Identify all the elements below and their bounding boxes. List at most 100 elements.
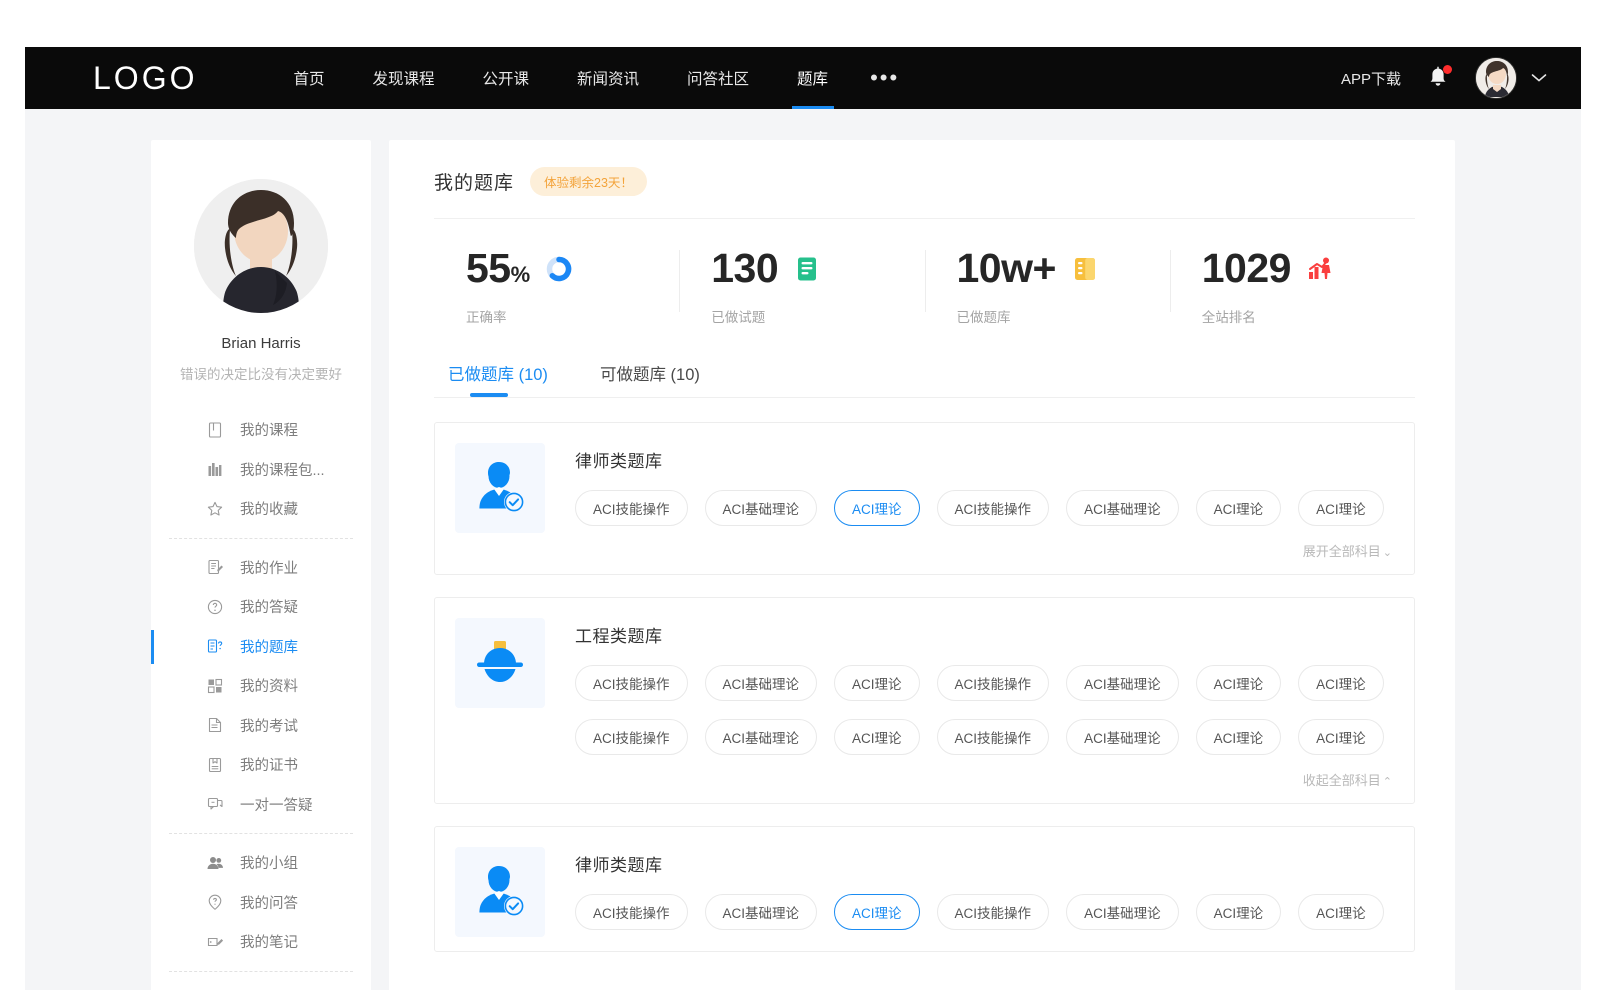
- expand-subjects-toggle[interactable]: 展开全部科目⌄: [575, 541, 1392, 560]
- card-title: 律师类题库: [575, 851, 1392, 876]
- subject-tag[interactable]: ACI基础理论: [705, 665, 818, 701]
- nav-item-6[interactable]: 题库: [773, 47, 852, 109]
- sidebar-item-14[interactable]: 我的积分: [151, 981, 371, 990]
- subject-tag[interactable]: ACI理论: [1298, 719, 1384, 755]
- subject-tag[interactable]: ACI基础理论: [1066, 719, 1179, 755]
- trial-badge: 体验剩余23天！: [530, 167, 647, 196]
- qa-icon: [206, 893, 224, 911]
- subject-tag[interactable]: ACI基础理论: [1066, 490, 1179, 526]
- expand-subjects-toggle[interactable]: 收起全部科目⌃: [575, 770, 1392, 789]
- subject-tag[interactable]: ACI理论: [834, 490, 920, 526]
- sidebar-item-13[interactable]: 我的笔记: [151, 922, 371, 962]
- card-title: 工程类题库: [575, 622, 1392, 647]
- sidebar-separator: [169, 971, 353, 972]
- sidebar-item-7[interactable]: 我的资料: [151, 666, 371, 706]
- sidebar-item-label: 我的笔记: [240, 931, 298, 952]
- subject-tag[interactable]: ACI技能操作: [937, 665, 1050, 701]
- nav-item-2[interactable]: 发现课程: [348, 47, 458, 109]
- sidebar-item-10[interactable]: 一对一答疑: [151, 785, 371, 825]
- subject-tag[interactable]: ACI理论: [1196, 490, 1282, 526]
- stat-label: 全站排名: [1170, 306, 1415, 326]
- top-navigation-bar: LOGO 首页发现课程公开课新闻资讯问答社区题库 ••• APP下载: [25, 47, 1581, 109]
- tab-1[interactable]: 已做题库 (10): [448, 361, 548, 397]
- stat-number: 55: [466, 245, 511, 291]
- profile-photo: [194, 179, 328, 313]
- user-menu[interactable]: [1475, 57, 1547, 99]
- subject-tag[interactable]: ACI理论: [1298, 665, 1384, 701]
- subject-tag[interactable]: ACI理论: [834, 719, 920, 755]
- card-body: 工程类题库 ACI技能操作 ACI基础理论 ACI理论 ACI技能操作 ACI基础理论 AC…: [575, 618, 1392, 789]
- notification-bell-icon[interactable]: [1427, 66, 1449, 90]
- panel-header: 我的题库 体验剩余23天！: [434, 167, 1415, 196]
- subject-tag-row: ACI技能操作 ACI基础理论 ACI理论 ACI技能操作 ACI基础理论 ACI理论 AC…: [575, 490, 1392, 526]
- books-icon: [206, 460, 224, 478]
- sidebar-item-label: 我的问答: [240, 892, 298, 913]
- stats-row: 55%正确率130已做试题10w+已做题库1029全站排名: [434, 242, 1415, 330]
- nav-more-button[interactable]: •••: [852, 47, 917, 109]
- expand-subjects-label: 收起全部科目: [1303, 773, 1381, 788]
- sidebar-item-1[interactable]: 我的课程: [151, 410, 371, 450]
- app-download-link[interactable]: APP下载: [1341, 68, 1401, 89]
- subject-tag[interactable]: ACI理论: [834, 894, 920, 930]
- subject-tag-row: ACI技能操作 ACI基础理论 ACI理论 ACI技能操作 ACI基础理论 ACI理论 AC…: [575, 894, 1392, 930]
- sidebar-item-2[interactable]: 我的课程包...: [151, 450, 371, 490]
- question-bank-card-list: 律师类题库ACI技能操作ACI基础理论ACI理论ACI技能操作ACI基础理论AC…: [434, 422, 1415, 952]
- sidebar-item-11[interactable]: 我的小组: [151, 843, 371, 883]
- sidebar-item-label: 我的答疑: [240, 596, 298, 617]
- chevron-icon: ⌃: [1383, 776, 1392, 788]
- nav-item-3[interactable]: 公开课: [459, 47, 554, 109]
- book-icon: [206, 421, 224, 439]
- subject-tag[interactable]: ACI基础理论: [705, 490, 818, 526]
- stat-value-row: 130: [679, 248, 924, 289]
- avatar[interactable]: [1475, 57, 1517, 99]
- sidebar-item-6[interactable]: 我的题库: [151, 627, 371, 667]
- subject-tag[interactable]: ACI理论: [1298, 894, 1384, 930]
- subject-tag[interactable]: ACI理论: [1196, 719, 1282, 755]
- stat-value: 10w+: [957, 248, 1056, 289]
- question-bank-card[interactable]: 律师类题库ACI技能操作ACI基础理论ACI理论ACI技能操作ACI基础理论AC…: [434, 422, 1415, 575]
- subject-tag[interactable]: ACI技能操作: [575, 490, 688, 526]
- lawyer-icon: [455, 443, 545, 533]
- subject-tag[interactable]: ACI基础理论: [705, 719, 818, 755]
- one-to-one-icon: [206, 795, 224, 813]
- question-bank-card[interactable]: 工程类题库 ACI技能操作 ACI基础理论 ACI理论 ACI技能操作 ACI基础理论 AC…: [434, 597, 1415, 804]
- subject-tag[interactable]: ACI技能操作: [575, 665, 688, 701]
- stat-card-4: 1029全站排名: [1170, 242, 1415, 330]
- stat-card-2: 130已做试题: [679, 242, 924, 330]
- sidebar-item-3[interactable]: 我的收藏: [151, 489, 371, 529]
- subject-tag[interactable]: ACI基础理论: [705, 894, 818, 930]
- subject-tag[interactable]: ACI理论: [834, 665, 920, 701]
- stat-value-row: 55%: [434, 248, 679, 289]
- subject-tag[interactable]: ACI技能操作: [937, 894, 1050, 930]
- sidebar-item-label: 我的资料: [240, 675, 298, 696]
- subject-tag[interactable]: ACI理论: [1196, 894, 1282, 930]
- nav-item-4[interactable]: 新闻资讯: [553, 47, 663, 109]
- sidebar-item-9[interactable]: 我的证书: [151, 745, 371, 785]
- subject-tag[interactable]: ACI基础理论: [1066, 894, 1179, 930]
- nav-item-1[interactable]: 首页: [269, 47, 348, 109]
- page-title: 我的题库: [434, 168, 514, 195]
- note-icon: [206, 933, 224, 951]
- subject-tag[interactable]: ACI技能操作: [937, 490, 1050, 526]
- stat-value: 55%: [466, 248, 530, 289]
- notification-badge-dot: [1443, 65, 1452, 74]
- sidebar-item-label: 我的课程包...: [240, 459, 325, 480]
- subject-tag[interactable]: ACI技能操作: [937, 719, 1050, 755]
- site-logo[interactable]: LOGO: [93, 60, 197, 97]
- sidebar-item-8[interactable]: 我的考试: [151, 706, 371, 746]
- sidebar-item-4[interactable]: 我的作业: [151, 548, 371, 588]
- subject-tag[interactable]: ACI理论: [1298, 490, 1384, 526]
- sidebar-item-label: 我的收藏: [240, 498, 298, 519]
- subject-tag[interactable]: ACI基础理论: [1066, 665, 1179, 701]
- chevron-down-icon[interactable]: [1531, 73, 1547, 83]
- question-bank-card[interactable]: 律师类题库ACI技能操作ACI基础理论ACI理论ACI技能操作ACI基础理论AC…: [434, 826, 1415, 952]
- subject-tag[interactable]: ACI理论: [1196, 665, 1282, 701]
- sidebar-item-5[interactable]: 我的答疑: [151, 587, 371, 627]
- sidebar-item-12[interactable]: 我的问答: [151, 883, 371, 923]
- subject-tag[interactable]: ACI技能操作: [575, 719, 688, 755]
- subject-tag[interactable]: ACI技能操作: [575, 894, 688, 930]
- stat-number: 130: [711, 245, 778, 291]
- nav-item-5[interactable]: 问答社区: [663, 47, 773, 109]
- tab-2[interactable]: 可做题库 (10): [600, 361, 700, 397]
- lawyer-icon: [455, 847, 545, 937]
